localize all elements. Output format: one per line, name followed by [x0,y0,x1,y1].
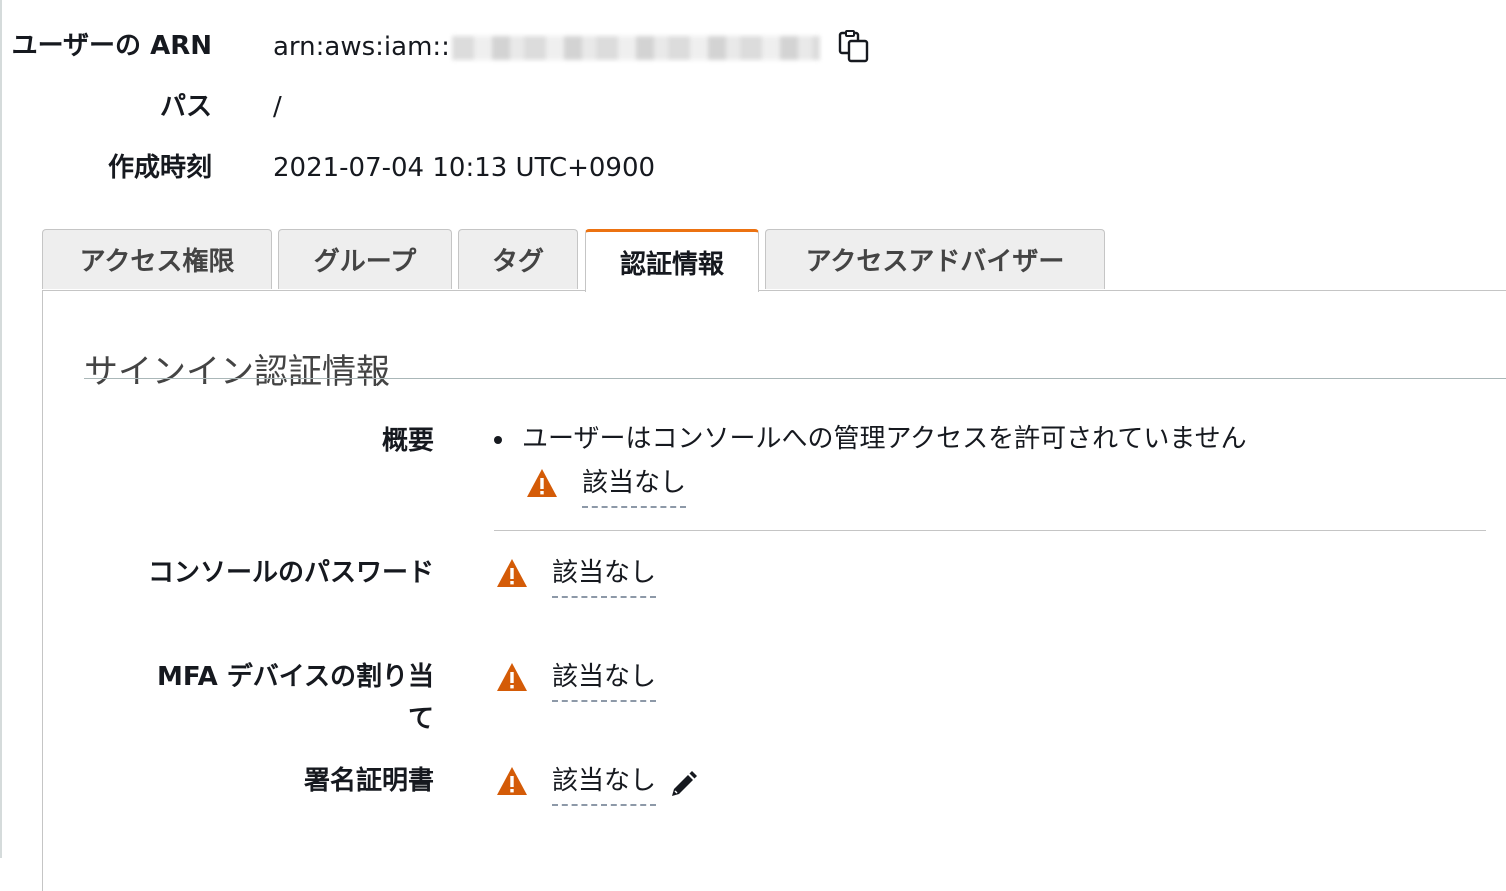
tab-permissions[interactable]: アクセス権限 [42,229,272,289]
arn-redacted [451,36,820,60]
tab-tags[interactable]: タグ [458,229,578,289]
warning-icon [527,469,557,497]
mfa-label: MFA デバイスの割り当て [156,662,434,734]
arn-label: ユーザーの ARN [11,31,212,61]
console-password-label: コンソールのパスワード [147,558,434,588]
overview-value: 該当なし [526,462,687,508]
section-title: サインイン認証情報 [84,352,390,393]
tab-groups[interactable]: グループ [278,229,452,289]
console-password-na-link[interactable]: 該当なし [552,552,657,598]
tab-security-credentials[interactable]: 認証情報 [585,229,759,292]
overview-divider [494,530,1486,531]
signing-cert-label: 署名証明書 [303,766,434,796]
created-value: 2021-07-04 10:13 UTC+0900 [273,153,656,183]
mfa-na-link[interactable]: 該当なし [552,656,657,702]
section-divider [84,378,1506,379]
page-left-border [0,0,2,858]
warning-icon [497,767,527,795]
console-password-value: 該当なし [496,552,657,598]
created-label: 作成時刻 [107,153,212,183]
pencil-icon[interactable] [668,770,698,800]
arn-value: arn:aws:iam:: [273,32,450,62]
path-value: / [273,92,282,122]
bullet-dot [494,435,502,444]
arn-value-wrap: arn:aws:iam:: [273,30,872,64]
tab-access-advisor[interactable]: アクセスアドバイザー [765,229,1105,289]
path-label: パス [159,92,212,122]
warning-icon [497,559,527,587]
overview-label: 概要 [381,426,434,456]
warning-icon [497,663,527,691]
copy-icon[interactable] [838,30,872,64]
overview-bullet-text: ユーザーはコンソールへの管理アクセスを許可されていません [522,424,1247,454]
overview-bullet: ユーザーはコンソールへの管理アクセスを許可されていません [494,418,1247,460]
overview-na-link[interactable]: 該当なし [582,462,687,508]
signing-cert-value: 該当なし [496,760,698,806]
signing-cert-na-link[interactable]: 該当なし [552,760,657,806]
mfa-value: 該当なし [496,656,657,702]
